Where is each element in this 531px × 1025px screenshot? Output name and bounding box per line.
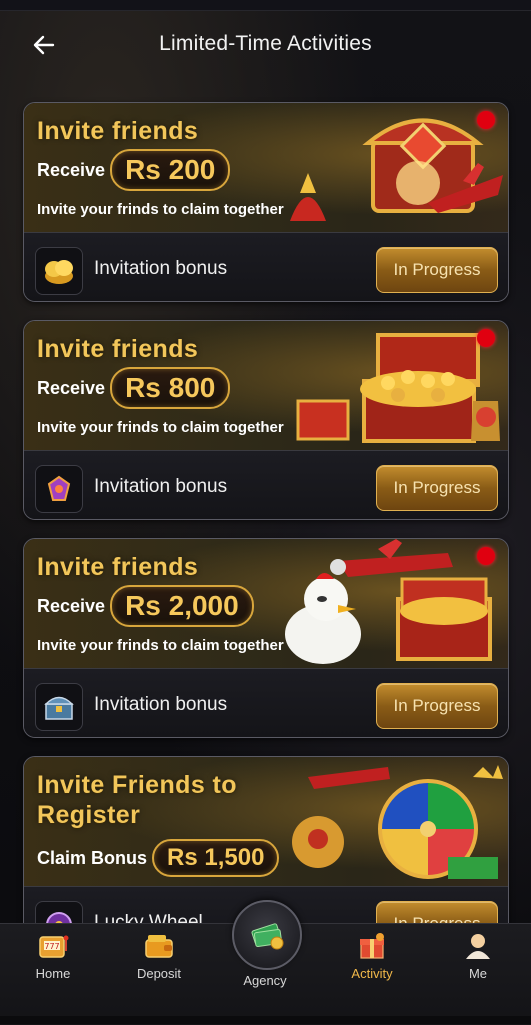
receive-label: Receive xyxy=(37,159,106,180)
card-banner[interactable]: Invite friends Receive Rs 2,000 Invite y… xyxy=(24,539,508,668)
treasure-chest-icon xyxy=(44,696,74,720)
bonus-icon-box xyxy=(35,683,83,731)
gold-coins-icon xyxy=(45,260,73,284)
bonus-label: Invitation bonus xyxy=(94,258,228,279)
nav-me[interactable]: Me xyxy=(438,930,518,990)
bonus-icon-box xyxy=(35,465,83,513)
card-footer: Invitation bonus In Progress xyxy=(24,450,508,519)
treasure-chest-jester-plane-art xyxy=(290,118,503,221)
nav-home[interactable]: 777 Home xyxy=(13,930,93,990)
receive-label: Receive xyxy=(37,595,106,616)
wallet-icon xyxy=(141,930,177,962)
card-title-line2: Register xyxy=(37,801,141,829)
notification-dot xyxy=(477,547,495,565)
reward-amount: Rs 2,000 xyxy=(110,585,254,627)
reward-amount: Rs 200 xyxy=(110,149,231,191)
agency-button[interactable] xyxy=(232,900,302,970)
lucky-wheel-plane-idol-cash-art xyxy=(292,765,503,879)
card-title-line1: Invite Friends to xyxy=(37,771,237,799)
nav-label: Activity xyxy=(351,966,393,981)
gift-icon xyxy=(354,930,390,962)
card-description: Invite your frinds to claim together xyxy=(37,419,284,436)
in-progress-button[interactable]: In Progress xyxy=(376,465,498,511)
nav-label: Me xyxy=(468,966,488,981)
user-avatar-icon xyxy=(460,930,496,962)
bonus-label: Invitation bonus xyxy=(94,476,228,497)
notification-dot xyxy=(477,329,495,347)
bonus-icon-box xyxy=(35,247,83,295)
card-banner[interactable]: Invite friends Receive Rs 200 Invite you… xyxy=(24,103,508,232)
card-title: Invite Friends to Register xyxy=(37,770,237,830)
reward-amount: Rs 800 xyxy=(110,367,231,409)
card-description: Invite your frinds to claim together xyxy=(37,637,284,654)
receive-label: Receive xyxy=(37,377,106,398)
nav-label: Home xyxy=(35,966,71,981)
notification-dot xyxy=(477,111,495,129)
in-progress-button[interactable]: In Progress xyxy=(376,683,498,729)
card-footer: Invitation bonus In Progress xyxy=(24,232,508,301)
open-chest-gold-coins-idol-art xyxy=(296,333,500,443)
card-title: Invite friends xyxy=(37,335,199,363)
page-title: Limited-Time Activities xyxy=(159,32,372,55)
activity-card[interactable]: Invite friends Receive Rs 200 Invite you… xyxy=(23,102,509,302)
card-banner[interactable]: Invite Friends to Register Claim Bonus R… xyxy=(24,757,508,886)
claim-bonus-label: Claim Bonus xyxy=(37,847,148,868)
activity-card[interactable]: Invite friends Receive Rs 800 Invite you… xyxy=(23,320,509,520)
nav-label: Agency xyxy=(243,973,287,988)
card-description: Invite your frinds to claim together xyxy=(37,201,284,218)
nav-deposit[interactable]: Deposit xyxy=(119,930,199,990)
nav-activity[interactable]: Activity xyxy=(332,930,412,990)
bonus-label: Invitation bonus xyxy=(94,694,228,715)
activity-card[interactable]: Invite friends Receive Rs 2,000 Invite y… xyxy=(23,538,509,738)
cash-stack-icon xyxy=(251,923,284,950)
receive-row: Receive Rs 200 xyxy=(37,149,231,191)
reward-amount: Rs 1,500 xyxy=(152,839,280,877)
receive-row: Receive Rs 2,000 xyxy=(37,585,254,627)
header: Limited-Time Activities xyxy=(0,10,531,78)
card-banner[interactable]: Invite friends Receive Rs 800 Invite you… xyxy=(24,321,508,450)
card-footer: Invitation bonus In Progress xyxy=(24,668,508,737)
card-title: Invite friends xyxy=(37,553,199,581)
receive-row: Receive Rs 800 xyxy=(37,367,231,409)
purple-gem-icon xyxy=(47,475,71,501)
in-progress-button[interactable]: In Progress xyxy=(376,247,498,293)
bottom-nav: 777 Home Deposit Agency Activity Me xyxy=(0,900,531,1025)
nav-label: Deposit xyxy=(136,966,182,981)
card-title: Invite friends xyxy=(37,117,199,145)
slot-machine-icon: 777 xyxy=(35,930,71,962)
receive-row: Claim Bonus Rs 1,500 xyxy=(37,839,280,877)
svg-text:777: 777 xyxy=(44,942,59,951)
chicken-plane-chest-art xyxy=(285,539,492,664)
system-nav-bar xyxy=(0,1016,531,1024)
